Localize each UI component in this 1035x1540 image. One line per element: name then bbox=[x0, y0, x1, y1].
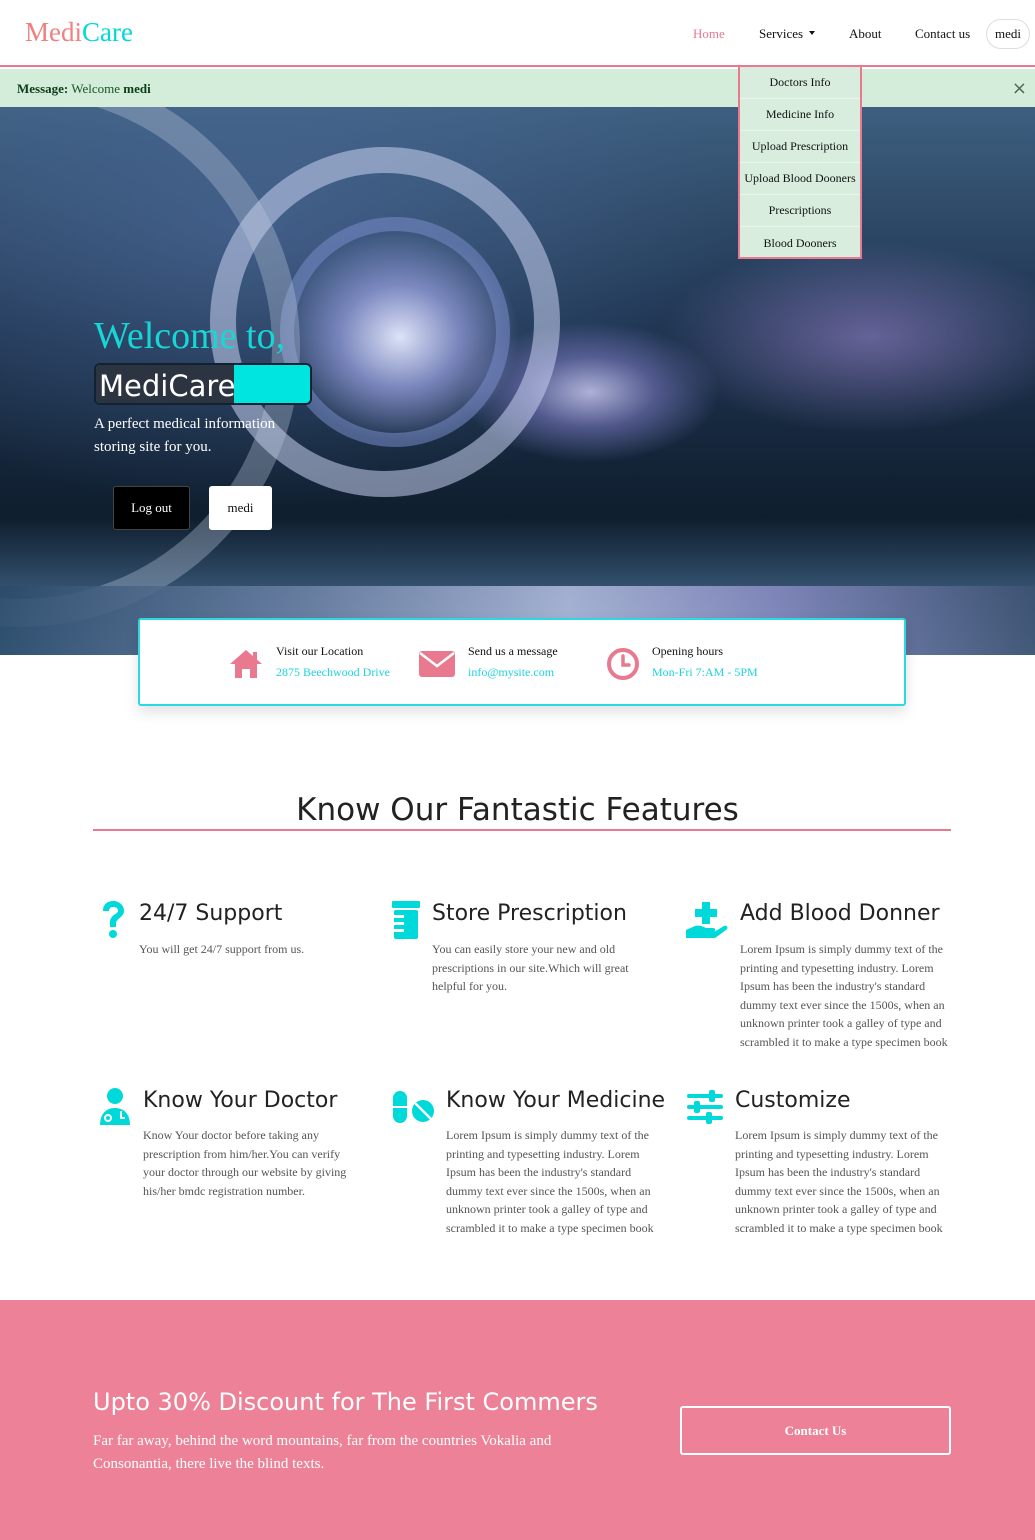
prescription-icon bbox=[392, 901, 420, 939]
discount-text: Far far away, behind the word mountains,… bbox=[93, 1433, 552, 1472]
feature-text-customize: Lorem Ipsum is simply dummy text of the … bbox=[735, 1128, 943, 1235]
info-hours-value: Mon-Fri 7:AM - 5PM bbox=[652, 665, 758, 679]
sliders-icon bbox=[687, 1090, 723, 1124]
info-location-address: 2875 Beechwood Drive bbox=[276, 665, 390, 679]
feature-text-doctor: Know Your doctor before taking any presc… bbox=[143, 1128, 347, 1198]
info-message-title: Send us a message bbox=[468, 644, 558, 658]
welcome-alert: Message: Welcome medi × bbox=[0, 69, 1035, 107]
brand-part-medi: Medi bbox=[25, 17, 82, 47]
hero-user-button[interactable]: medi bbox=[209, 486, 272, 530]
alert-text: Welcome bbox=[71, 81, 121, 96]
question-icon bbox=[103, 901, 124, 938]
feature-text-blood-donner: Lorem Ipsum is simply dummy text of the … bbox=[740, 942, 948, 1049]
hero-brand-text: MediCare bbox=[99, 369, 236, 403]
dropdown-item-upload-prescription[interactable]: Upload Prescription bbox=[740, 131, 860, 163]
dropdown-item-medicine-info[interactable]: Medicine Info bbox=[740, 99, 860, 131]
nav-home[interactable]: Home bbox=[693, 26, 725, 42]
feature-title-blood-donner: Add Blood Donner bbox=[740, 901, 940, 926]
caret-down-icon bbox=[809, 31, 816, 36]
dropdown-item-doctors-info[interactable]: Doctors Info bbox=[740, 67, 860, 99]
user-menu-button[interactable]: medi bbox=[986, 19, 1030, 49]
envelope-icon bbox=[419, 651, 455, 677]
features-divider bbox=[93, 829, 951, 831]
hand-holding-medical-icon bbox=[686, 902, 728, 938]
nav-about[interactable]: About bbox=[849, 26, 882, 42]
contact-info-card: Visit our Location 2875 Beechwood Drive … bbox=[138, 618, 906, 706]
hero-brand-box: MediCare bbox=[94, 363, 312, 405]
feature-title-customize: Customize bbox=[735, 1088, 851, 1113]
feature-text-prescription: You can easily store your new and old pr… bbox=[432, 942, 629, 994]
nav-services[interactable]: Services bbox=[759, 26, 816, 42]
nav-services-label: Services bbox=[759, 26, 804, 41]
feature-text-support: You will get 24/7 support from us. bbox=[139, 942, 305, 956]
dropdown-item-prescriptions[interactable]: Prescriptions bbox=[740, 195, 860, 227]
contact-us-button[interactable]: Contact Us bbox=[680, 1406, 951, 1455]
feature-title-doctor: Know Your Doctor bbox=[143, 1088, 338, 1113]
dropdown-item-blood-dooners[interactable]: Blood Dooners bbox=[740, 227, 860, 259]
brand-part-care: Care bbox=[82, 17, 133, 47]
services-dropdown: Doctors Info Medicine Info Upload Prescr… bbox=[738, 67, 862, 259]
navbar: MediCare Home Services About Contact us … bbox=[0, 0, 1035, 67]
info-hours-title: Opening hours bbox=[652, 644, 723, 658]
home-icon bbox=[230, 650, 262, 678]
discount-title: Upto 30% Discount for The First Commers bbox=[93, 1388, 598, 1416]
dropdown-item-upload-blood-dooners[interactable]: Upload Blood Dooners bbox=[740, 163, 860, 195]
pills-icon bbox=[393, 1091, 434, 1123]
alert-label: Message: bbox=[17, 81, 69, 96]
discount-banner: Upto 30% Discount for The First Commers … bbox=[0, 1300, 1035, 1540]
hero-bg-ring-inner bbox=[280, 217, 510, 447]
features-heading: Know Our Fantastic Features bbox=[296, 792, 739, 828]
feature-title-support: 24/7 Support bbox=[139, 901, 283, 926]
hero-title: Welcome to, bbox=[94, 315, 286, 357]
clock-icon bbox=[607, 648, 639, 680]
feature-title-medicine: Know Your Medicine bbox=[446, 1088, 666, 1113]
info-location-title: Visit our Location bbox=[276, 644, 364, 658]
brand-logo[interactable]: MediCare bbox=[25, 17, 133, 48]
hero-section: Welcome to, MediCare A perfect medical i… bbox=[0, 107, 1035, 655]
user-doctor-icon bbox=[100, 1088, 130, 1125]
alert-user: medi bbox=[123, 81, 151, 96]
feature-text-medicine: Lorem Ipsum is simply dummy text of the … bbox=[446, 1128, 654, 1235]
feature-title-prescription: Store Prescription bbox=[432, 901, 627, 926]
info-message-email[interactable]: info@mysite.com bbox=[468, 665, 554, 680]
logout-button[interactable]: Log out bbox=[113, 486, 190, 530]
hero-description: A perfect medical information storing si… bbox=[94, 416, 276, 455]
close-icon[interactable]: × bbox=[1012, 78, 1027, 99]
nav-contact[interactable]: Contact us bbox=[915, 26, 970, 42]
